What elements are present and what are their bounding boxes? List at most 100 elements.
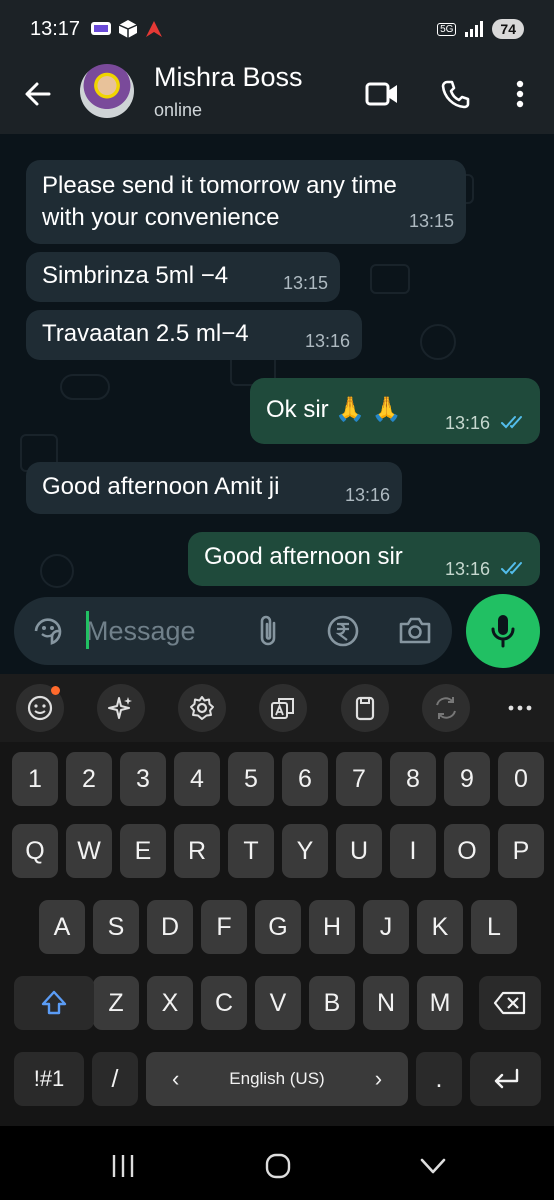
screen: 13:17 5G 74 Mishra Boss online Please se… [0,0,554,1200]
message-text: Good afternoon Amit ji [42,473,280,500]
message-text: Ok sir 🙏 🙏 [266,396,402,423]
key-b[interactable]: B [309,976,355,1030]
sticker-icon [34,618,62,645]
key-1[interactable]: 1 [12,752,58,806]
slash-key[interactable]: / [92,1052,138,1106]
contact-status: online [154,100,203,120]
message-incoming[interactable]: Travaatan 2.5 ml−4 13:16 [26,310,362,360]
key-x[interactable]: X [147,976,193,1030]
key-4[interactable]: 4 [174,752,220,806]
key-a[interactable]: A [39,900,85,954]
key-q[interactable]: Q [12,824,58,878]
key-5[interactable]: 5 [228,752,274,806]
key-u[interactable]: U [336,824,382,878]
notification-icons [90,19,164,39]
emoji-keyboard-button[interactable] [16,684,64,732]
message-incoming[interactable]: Good afternoon Amit ji 13:16 [26,462,402,514]
ai-tools-button[interactable] [97,684,145,732]
key-d[interactable]: D [147,900,193,954]
swap-icon [436,697,456,719]
key-e[interactable]: E [120,824,166,878]
back-button[interactable] [20,76,56,112]
key-3[interactable]: 3 [120,752,166,806]
recent-apps-button[interactable] [93,1146,153,1186]
key-f[interactable]: F [201,900,247,954]
recent-apps-icon [112,1155,134,1177]
key-i[interactable]: I [390,824,436,878]
key-r[interactable]: R [174,824,220,878]
wallpaper-doodle [40,554,74,588]
battery-indicator: 74 [492,19,524,39]
symbols-key[interactable]: !#1 [14,1052,84,1106]
language-next-arrow: › [374,1066,383,1091]
clipboard-button[interactable] [341,684,389,732]
message-input[interactable] [86,611,226,651]
key-p[interactable]: P [498,824,544,878]
emoji-icon [27,695,53,721]
mode-switch-button[interactable] [422,684,470,732]
key-2[interactable]: 2 [66,752,112,806]
key-o[interactable]: O [444,824,490,878]
key-7[interactable]: 7 [336,752,382,806]
notification-dot [51,686,60,695]
attach-button[interactable] [254,613,282,654]
chat-area[interactable]: Please send it tomorrow any time with yo… [0,134,554,674]
key-m[interactable]: M [417,976,463,1030]
key-y[interactable]: Y [282,824,328,878]
key-v[interactable]: V [255,976,301,1030]
toolbar-more-button[interactable] [504,696,536,720]
key-0[interactable]: 0 [498,752,544,806]
key-n[interactable]: N [363,976,409,1030]
key-g[interactable]: G [255,900,301,954]
key-8[interactable]: 8 [390,752,436,806]
key-h[interactable]: H [309,900,355,954]
camera-icon [399,617,431,644]
contact-avatar[interactable] [80,64,134,118]
enter-key[interactable] [470,1052,541,1106]
key-z[interactable]: Z [93,976,139,1030]
sticker-button[interactable] [32,615,64,652]
more-icon [508,705,532,711]
key-w[interactable]: W [66,824,112,878]
payment-button[interactable] [326,614,360,653]
shift-key[interactable] [14,976,94,1030]
shift-icon [41,990,67,1015]
keyboard-toolbar [0,674,554,742]
message-outgoing[interactable]: Good afternoon sir 13:16 [188,532,540,586]
keyboard-settings-button[interactable] [178,684,226,732]
space-language-label: English (US) [229,1069,325,1088]
space-key[interactable]: ‹ English (US) › [146,1052,408,1106]
wallpaper-doodle [60,374,110,400]
key-c[interactable]: C [201,976,247,1030]
signal-icon [465,21,484,37]
message-time: 13:16 [444,559,490,579]
key-j[interactable]: J [363,900,409,954]
key-k[interactable]: K [417,900,463,954]
home-button[interactable] [248,1146,308,1186]
system-nav-bar [0,1126,554,1200]
translate-button[interactable] [259,684,307,732]
message-text: Simbrinza 5ml −4 [42,262,229,289]
language-prev-arrow: ‹ [171,1066,180,1091]
key-6[interactable]: 6 [282,752,328,806]
more-options-button[interactable] [504,74,536,114]
delivery-app-icon [146,21,163,37]
message-incoming[interactable]: Please send it tomorrow any time with yo… [26,160,466,244]
key-9[interactable]: 9 [444,752,490,806]
voice-message-button[interactable] [466,594,540,668]
voice-call-button[interactable] [436,74,476,114]
period-key[interactable]: . [416,1052,462,1106]
key-t[interactable]: T [228,824,274,878]
text-cursor [86,611,89,649]
backspace-key[interactable] [479,976,541,1030]
message-text: with your convenience [42,204,280,231]
key-l[interactable]: L [471,900,517,954]
clipboard-icon [355,696,375,721]
video-call-button[interactable] [362,74,402,114]
nav-back-button[interactable] [403,1146,463,1186]
camera-button[interactable] [398,615,432,650]
contact-name[interactable]: Mishra Boss [154,62,303,93]
message-outgoing[interactable]: Ok sir 🙏 🙏 13:16 [250,378,540,444]
key-s[interactable]: S [93,900,139,954]
message-incoming[interactable]: Simbrinza 5ml −4 13:15 [26,252,340,302]
